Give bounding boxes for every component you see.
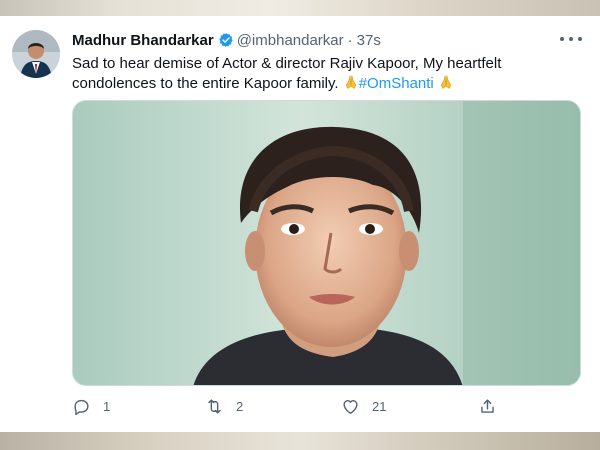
author-handle[interactable]: @imbhandarkar bbox=[237, 32, 344, 49]
folded-hands-emoji-icon bbox=[345, 75, 356, 89]
like-button[interactable]: 21 bbox=[341, 394, 386, 418]
heart-icon bbox=[343, 399, 358, 414]
retweet-button[interactable]: 2 bbox=[205, 394, 243, 418]
retweet-icon bbox=[208, 398, 221, 414]
separator-dot: · bbox=[347, 31, 353, 49]
background-strip-bottom bbox=[0, 432, 600, 450]
reply-count: 1 bbox=[103, 398, 111, 414]
tweet-actions: 1 2 21 bbox=[72, 394, 502, 418]
reply-icon bbox=[74, 399, 89, 415]
avatar[interactable] bbox=[12, 30, 60, 78]
folded-hands-emoji-icon bbox=[440, 75, 452, 89]
portrait-photo bbox=[73, 101, 580, 385]
verified-badge-icon bbox=[219, 33, 233, 47]
retweet-count: 2 bbox=[236, 398, 244, 414]
reply-button[interactable]: 1 bbox=[72, 394, 110, 418]
avatar-image bbox=[12, 30, 60, 78]
tweet-card[interactable]: Madhur Bhandarkar @imbhandarkar · 37s Sa… bbox=[0, 16, 600, 432]
more-icon[interactable] bbox=[560, 30, 582, 48]
tweet-text: Sad to hear demise of Actor & director R… bbox=[72, 54, 582, 94]
share-button[interactable] bbox=[478, 394, 497, 418]
tweet-photo[interactable] bbox=[72, 100, 581, 386]
tweet-header: Madhur Bhandarkar @imbhandarkar · 37s bbox=[72, 30, 381, 50]
timestamp[interactable]: 37s bbox=[357, 32, 381, 49]
share-icon bbox=[481, 398, 494, 413]
background-strip-top bbox=[0, 0, 600, 16]
hashtag-link[interactable]: #OmShanti bbox=[359, 75, 434, 92]
like-count: 21 bbox=[372, 398, 387, 414]
author-name[interactable]: Madhur Bhandarkar bbox=[72, 32, 214, 49]
